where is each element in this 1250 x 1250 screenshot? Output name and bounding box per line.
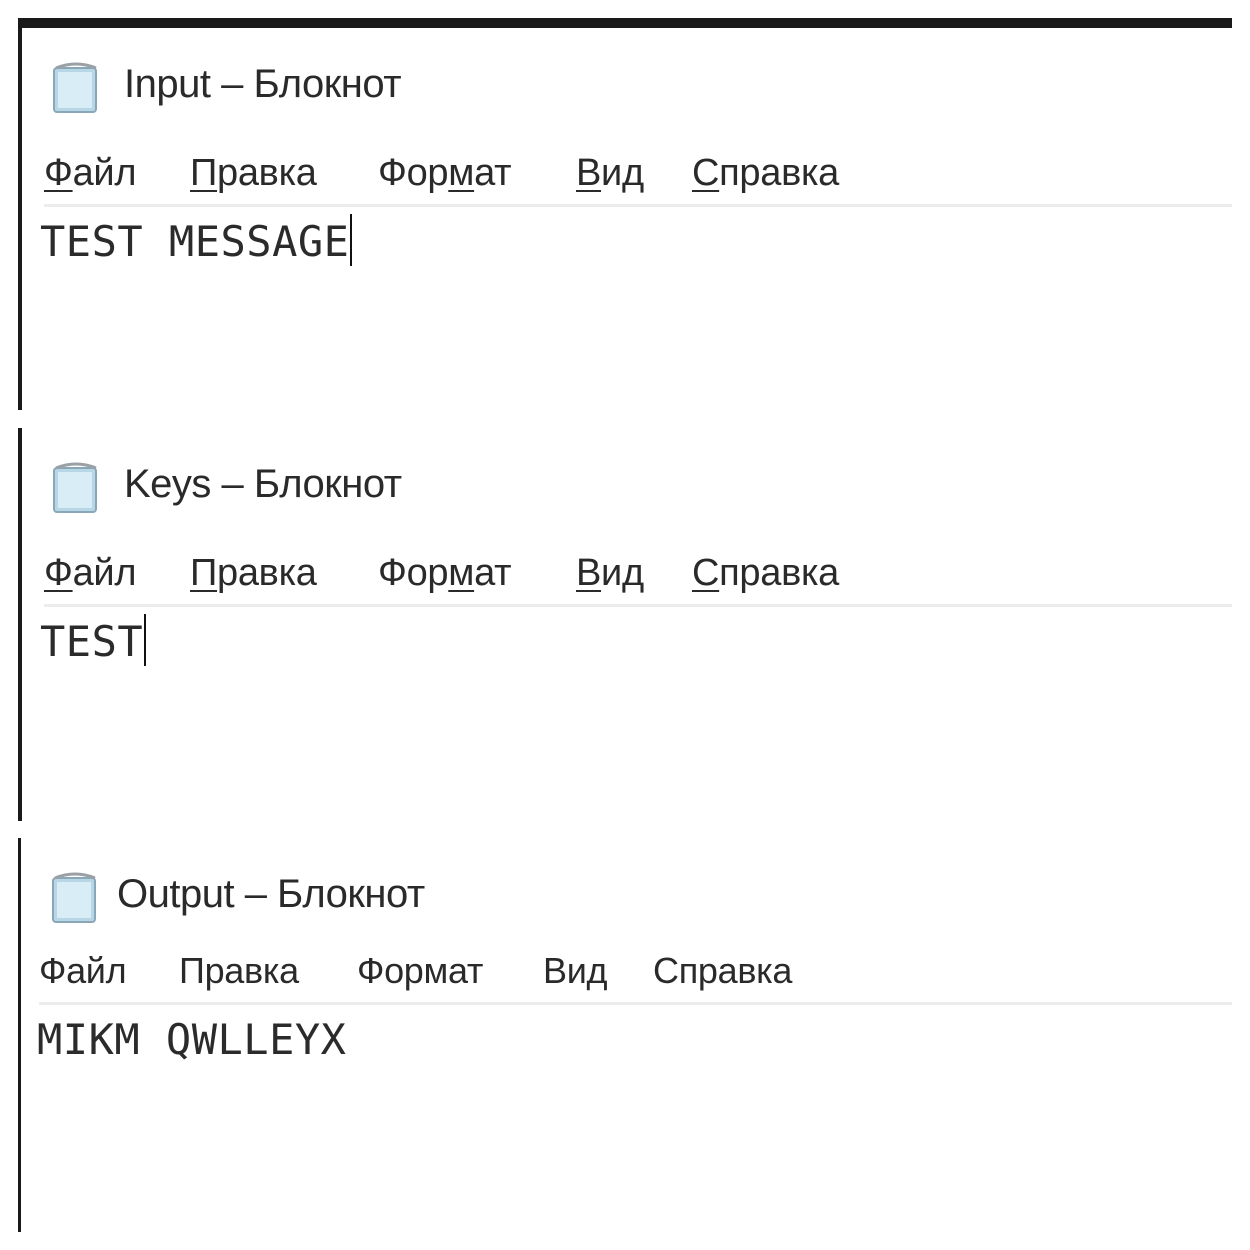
menu-format[interactable]: Формат (378, 150, 512, 196)
menu-bar: Файл Правка Формат Вид Справка (44, 546, 1232, 607)
notepad-window-input: Input – Блокнот Файл Правка Формат Вид С… (18, 28, 1232, 410)
text-caret (144, 614, 147, 666)
notepad-window-output: Output – Блокнот Файл Правка Формат Вид … (18, 838, 1232, 1232)
menu-help[interactable]: Справка (692, 550, 839, 596)
notepad-icon (53, 62, 97, 113)
menu-view[interactable]: Вид (543, 948, 608, 994)
menu-file[interactable]: Файл (44, 550, 137, 596)
top-frame-edge (18, 18, 1232, 28)
notepad-window-keys: Keys – Блокнот Файл Правка Формат Вид Сп… (18, 428, 1232, 821)
editor-content[interactable]: TEST (40, 614, 147, 670)
menu-bar: Файл Правка Формат Вид Справка (39, 944, 1232, 1005)
menu-edit[interactable]: Правка (190, 550, 317, 596)
menu-file[interactable]: Файл (39, 948, 127, 994)
menu-format[interactable]: Формат (378, 550, 512, 596)
text-editor[interactable]: TEST MESSAGE (40, 214, 1232, 410)
menu-bar: Файл Правка Формат Вид Справка (44, 146, 1232, 207)
window-title: Output – Блокнот (117, 872, 425, 916)
menu-view[interactable]: Вид (576, 550, 644, 596)
menu-file[interactable]: Файл (44, 150, 137, 196)
menu-edit[interactable]: Правка (190, 150, 317, 196)
editor-content[interactable]: MIKM QWLLEYX (37, 1012, 346, 1068)
menu-help[interactable]: Справка (692, 150, 839, 196)
window-title: Keys – Блокнот (124, 462, 402, 506)
window-title: Input – Блокнот (124, 62, 402, 106)
menu-view[interactable]: Вид (576, 150, 644, 196)
notepad-icon (52, 872, 96, 923)
editor-content[interactable]: TEST MESSAGE (40, 214, 353, 270)
text-editor[interactable]: MIKM QWLLEYX (37, 1012, 1232, 1232)
menu-help[interactable]: Справка (653, 948, 792, 994)
text-caret (350, 214, 353, 266)
text-editor[interactable]: TEST (40, 614, 1232, 821)
menu-format[interactable]: Формат (357, 948, 483, 994)
menu-edit[interactable]: Правка (179, 948, 299, 994)
notepad-icon (53, 462, 97, 513)
